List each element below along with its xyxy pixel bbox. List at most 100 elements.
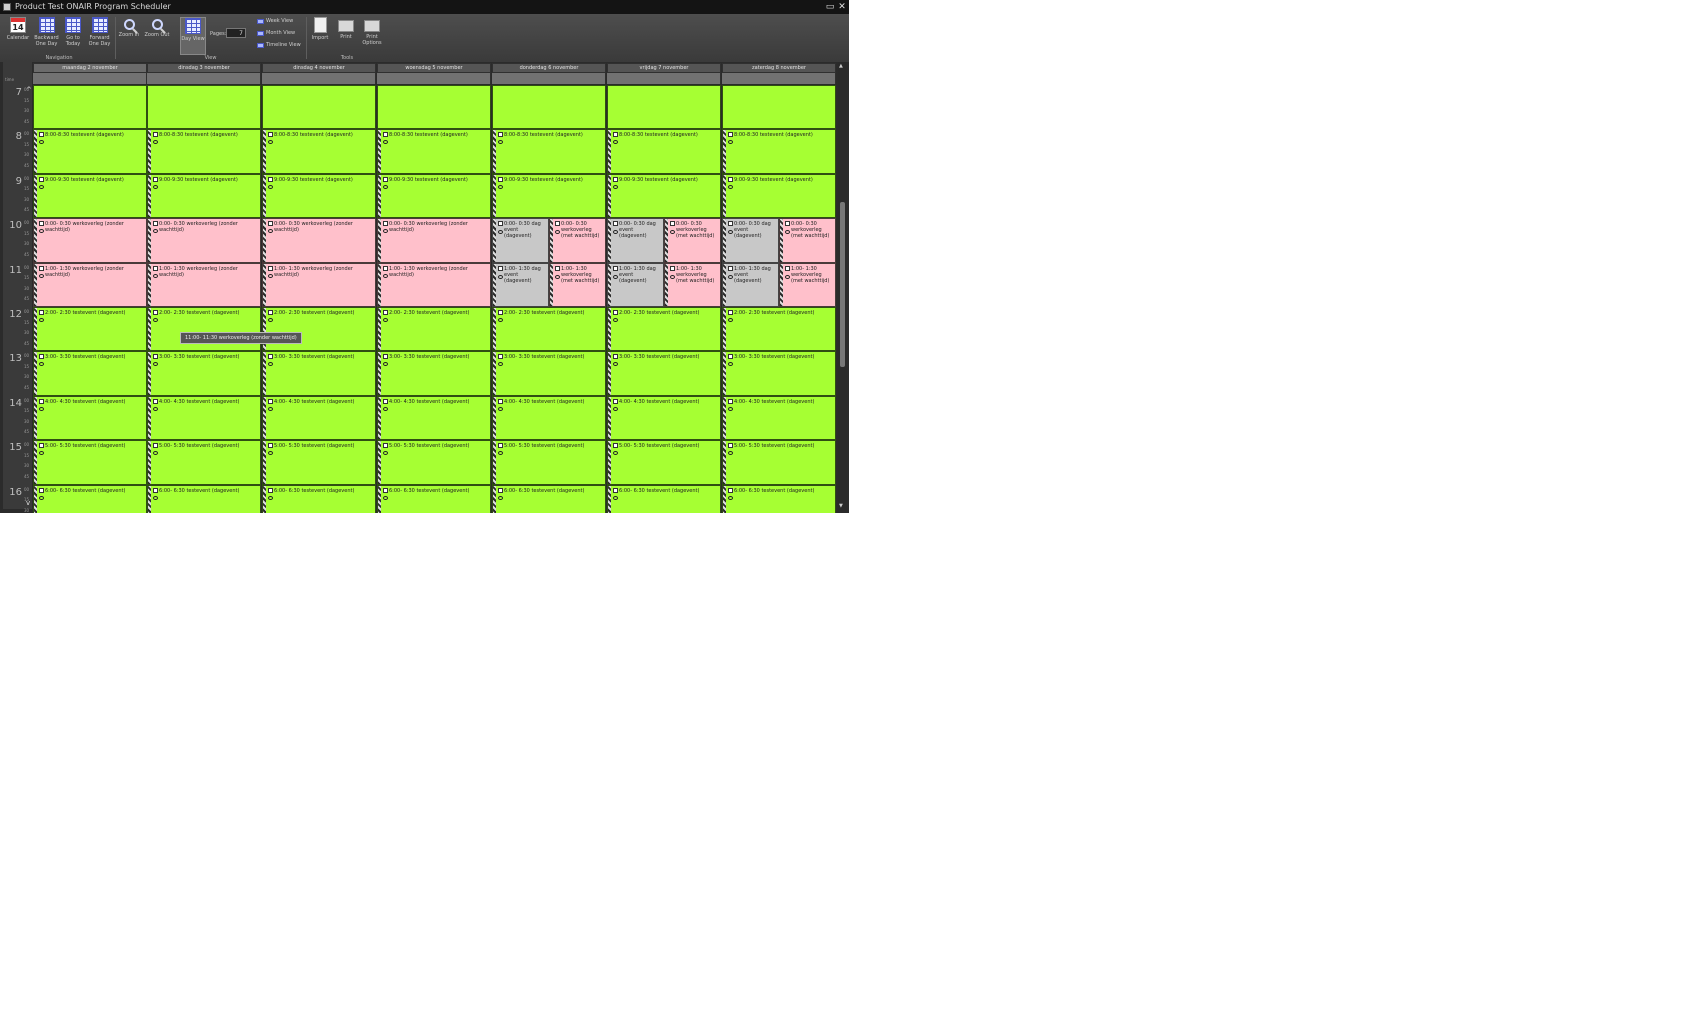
appointment[interactable]: 6:00- 6:30 testevent (dagevent) (262, 484, 376, 513)
appointment[interactable]: 4:00- 4:30 testevent (dagevent) (147, 395, 261, 441)
day-header[interactable]: vrijdag 7 november (607, 63, 721, 73)
day-header[interactable]: dinsdag 4 november (262, 63, 376, 73)
import-button[interactable]: Import (309, 17, 331, 55)
maximize-button[interactable]: ▭ (824, 1, 836, 13)
appointment[interactable]: 4:00- 4:30 testevent (dagevent) (492, 395, 606, 441)
day-header[interactable]: maandag 2 november (33, 63, 147, 73)
appointment[interactable]: 9:00-9:30 testevent (dagevent) (262, 173, 376, 219)
appointment[interactable]: 3:00- 3:30 testevent (dagevent) (377, 351, 491, 396)
appointment[interactable]: 8:00-8:30 testevent (dagevent) (722, 129, 836, 174)
appointment[interactable]: 4:00- 4:30 testevent (dagevent) (33, 395, 147, 441)
all-day-area[interactable] (33, 73, 147, 84)
all-day-area[interactable] (492, 73, 606, 84)
appointment[interactable]: 0:00- 0:30 werkoverleg (zonder wachttijd… (262, 218, 376, 263)
appointment[interactable]: 0:00- 0:30 werkoverleg (met wachttijd) (549, 218, 606, 263)
scroll-down-arrow-icon[interactable]: ▼ (839, 503, 843, 509)
zoom-in-button[interactable]: Zoom In (118, 17, 140, 55)
appointment[interactable]: 5:00- 5:30 testevent (dagevent) (722, 440, 836, 485)
print-button[interactable]: Print (336, 17, 356, 55)
time-slot[interactable] (147, 85, 261, 130)
appointment[interactable]: 5:00- 5:30 testevent (dagevent) (33, 440, 147, 485)
appointment[interactable]: 1:00- 1:30 werkoverleg (zonder wachttijd… (262, 262, 376, 307)
appointment[interactable]: 0:00- 0:30 werkoverleg (met wachttijd) (779, 218, 836, 263)
day-header[interactable]: woensdag 5 november (377, 63, 491, 73)
appointment[interactable]: 6:00- 6:30 testevent (dagevent) (147, 484, 261, 513)
appointment[interactable]: 2:00- 2:30 testevent (dagevent) (262, 307, 376, 352)
appointment[interactable]: 8:00-8:30 testevent (dagevent) (492, 129, 606, 174)
appointment[interactable]: 5:00- 5:30 testevent (dagevent) (147, 440, 261, 485)
appointment[interactable]: 8:00-8:30 testevent (dagevent) (147, 129, 261, 174)
appointment[interactable]: 6:00- 6:30 testevent (dagevent) (607, 484, 721, 513)
appointment[interactable]: 5:00- 5:30 testevent (dagevent) (377, 440, 491, 485)
day-header[interactable]: dinsdag 3 november (147, 63, 261, 73)
all-day-area[interactable] (147, 73, 261, 84)
all-day-area[interactable] (377, 73, 491, 84)
scroll-down-icon[interactable]: v (26, 499, 30, 507)
appointment[interactable]: 9:00-9:30 testevent (dagevent) (607, 173, 721, 219)
all-day-area[interactable] (607, 73, 721, 84)
appointment[interactable]: 9:00-9:30 testevent (dagevent) (147, 173, 261, 219)
month-view-option[interactable]: Month View (257, 30, 295, 37)
appointment[interactable]: 8:00-8:30 testevent (dagevent) (33, 129, 147, 174)
appointment[interactable]: 0:00- 0:30 werkoverleg (zonder wachttijd… (377, 218, 491, 263)
backward-one-day-button[interactable]: Backward One Day (33, 17, 60, 55)
appointment[interactable]: 3:00- 3:30 testevent (dagevent) (33, 351, 147, 396)
time-slot[interactable] (607, 85, 721, 130)
forward-one-day-button[interactable]: Forward One Day (86, 17, 113, 55)
time-slot[interactable] (377, 85, 491, 130)
appointment[interactable]: 3:00- 3:30 testevent (dagevent) (262, 351, 376, 396)
time-slot[interactable] (33, 85, 147, 130)
appointment[interactable]: 0:00- 0:30 dag event (dagevent) (492, 218, 549, 263)
appointment[interactable]: 2:00- 2:30 testevent (dagevent) (33, 307, 147, 352)
appointment[interactable]: 1:00- 1:30 werkoverleg (met wachttijd) (779, 262, 836, 307)
time-slot[interactable] (262, 85, 376, 130)
appointment[interactable]: 5:00- 5:30 testevent (dagevent) (492, 440, 606, 485)
day-view-button[interactable]: Day View (180, 17, 206, 55)
scrollbar-thumb[interactable] (840, 202, 845, 367)
appointment[interactable]: 6:00- 6:30 testevent (dagevent) (492, 484, 606, 513)
day-header[interactable]: donderdag 6 november (492, 63, 606, 73)
appointment[interactable]: 4:00- 4:30 testevent (dagevent) (262, 395, 376, 441)
appointment[interactable]: 6:00- 6:30 testevent (dagevent) (377, 484, 491, 513)
appointment[interactable]: 1:00- 1:30 dag event (dagevent) (492, 262, 549, 307)
vertical-scrollbar[interactable]: ▲ ▼ (838, 62, 847, 510)
scroll-up-arrow-icon[interactable]: ▲ (839, 63, 843, 69)
appointment[interactable]: 4:00- 4:30 testevent (dagevent) (377, 395, 491, 441)
timeline-view-option[interactable]: Timeline View (257, 42, 301, 49)
appointment[interactable]: 9:00-9:30 testevent (dagevent) (33, 173, 147, 219)
appointment[interactable]: 1:00- 1:30 werkoverleg (zonder wachttijd… (147, 262, 261, 307)
appointment[interactable]: 8:00-8:30 testevent (dagevent) (262, 129, 376, 174)
appointment[interactable]: 8:00-8:30 testevent (dagevent) (607, 129, 721, 174)
appointment[interactable]: 0:00- 0:30 werkoverleg (met wachttijd) (664, 218, 721, 263)
appointment[interactable]: 5:00- 5:30 testevent (dagevent) (607, 440, 721, 485)
appointment[interactable]: 1:00- 1:30 dag event (dagevent) (722, 262, 779, 307)
appointment[interactable]: 6:00- 6:30 testevent (dagevent) (33, 484, 147, 513)
calendar-button[interactable]: 14 Calendar (5, 17, 31, 55)
go-to-today-button[interactable]: Go to Today (61, 17, 85, 55)
appointment[interactable]: 3:00- 3:30 testevent (dagevent) (492, 351, 606, 396)
appointment[interactable]: 8:00-8:30 testevent (dagevent) (377, 129, 491, 174)
appointment[interactable]: 9:00-9:30 testevent (dagevent) (377, 173, 491, 219)
appointment[interactable]: 2:00- 2:30 testevent (dagevent) (147, 307, 261, 352)
week-view-option[interactable]: Week View (257, 18, 293, 25)
appointment[interactable]: 0:00- 0:30 werkoverleg (zonder wachttijd… (147, 218, 261, 263)
appointment[interactable]: 2:00- 2:30 testevent (dagevent) (492, 307, 606, 352)
appointment[interactable]: 3:00- 3:30 testevent (dagevent) (147, 351, 261, 396)
appointment[interactable]: 3:00- 3:30 testevent (dagevent) (722, 351, 836, 396)
appointment[interactable]: 3:00- 3:30 testevent (dagevent) (607, 351, 721, 396)
appointment[interactable]: 2:00- 2:30 testevent (dagevent) (722, 307, 836, 352)
day-header[interactable]: zaterdag 8 november (722, 63, 836, 73)
time-slot[interactable] (722, 85, 836, 130)
scroll-up-icon[interactable]: ^ (26, 86, 32, 94)
appointment[interactable]: 9:00-9:30 testevent (dagevent) (722, 173, 836, 219)
print-options-button[interactable]: Print Options (359, 17, 385, 55)
appointment[interactable]: 0:00- 0:30 dag event (dagevent) (607, 218, 664, 263)
appointment[interactable]: 4:00- 4:30 testevent (dagevent) (722, 395, 836, 441)
zoom-out-button[interactable]: Zoom Out (143, 17, 171, 55)
appointment[interactable]: 4:00- 4:30 testevent (dagevent) (607, 395, 721, 441)
appointment[interactable]: 1:00- 1:30 dag event (dagevent) (607, 262, 664, 307)
appointment[interactable]: 0:00- 0:30 werkoverleg (zonder wachttijd… (33, 218, 147, 263)
pages-input[interactable]: 7 (226, 28, 246, 38)
all-day-area[interactable] (722, 73, 836, 84)
appointment[interactable]: 2:00- 2:30 testevent (dagevent) (377, 307, 491, 352)
